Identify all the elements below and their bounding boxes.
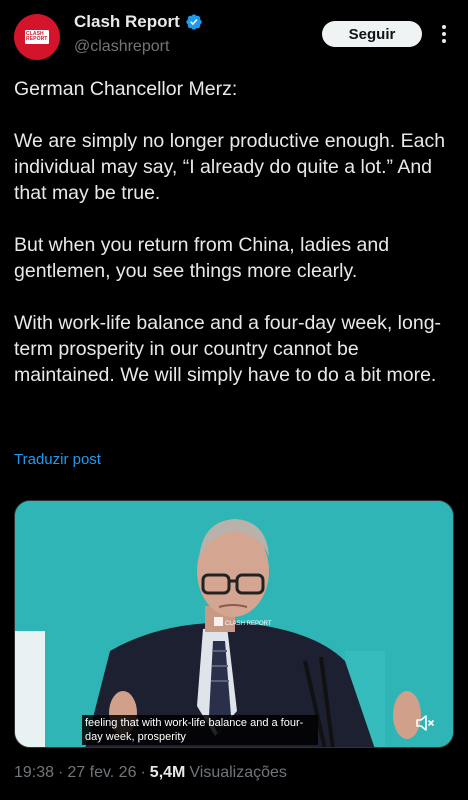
author-handle[interactable]: @clashreport (74, 38, 169, 56)
author-name-row: Clash Report (74, 12, 203, 32)
post-meta: 19:38 · 27 fev. 26 · 5,4M Visualizações (14, 764, 287, 782)
clash-report-logo: CLASH REPORT (25, 30, 49, 44)
more-options-button[interactable] (432, 22, 456, 46)
views-label: Visualizações (189, 764, 287, 781)
video-watermark: CLASH REPORT (225, 621, 272, 627)
post-date[interactable]: 27 fev. 26 (67, 764, 136, 782)
post-header: CLASH REPORT Clash Report @clashreport S… (0, 0, 468, 70)
verified-badge-icon (186, 14, 202, 30)
follow-button[interactable]: Seguir (322, 21, 422, 47)
more-vertical-icon (442, 25, 446, 43)
meta-separator: · (58, 764, 64, 781)
volume-muted-icon (416, 715, 435, 731)
meta-separator: · (140, 764, 146, 781)
translate-post-link[interactable]: Traduzir post (14, 451, 101, 468)
author-name[interactable]: Clash Report (74, 12, 180, 32)
post-time[interactable]: 19:38 (14, 764, 54, 782)
logo-line-2: REPORT (26, 36, 48, 42)
mute-button[interactable] (412, 710, 438, 736)
avatar[interactable]: CLASH REPORT (14, 14, 60, 60)
video-frame: CLASH REPORT (15, 501, 453, 747)
video-player[interactable]: CLASH REPORT (14, 500, 454, 748)
video-caption: feeling that with work-life balance and … (82, 715, 318, 745)
post-text: German Chancellor Merz: We are simply no… (14, 78, 446, 386)
views-count: 5,4M (149, 764, 186, 781)
